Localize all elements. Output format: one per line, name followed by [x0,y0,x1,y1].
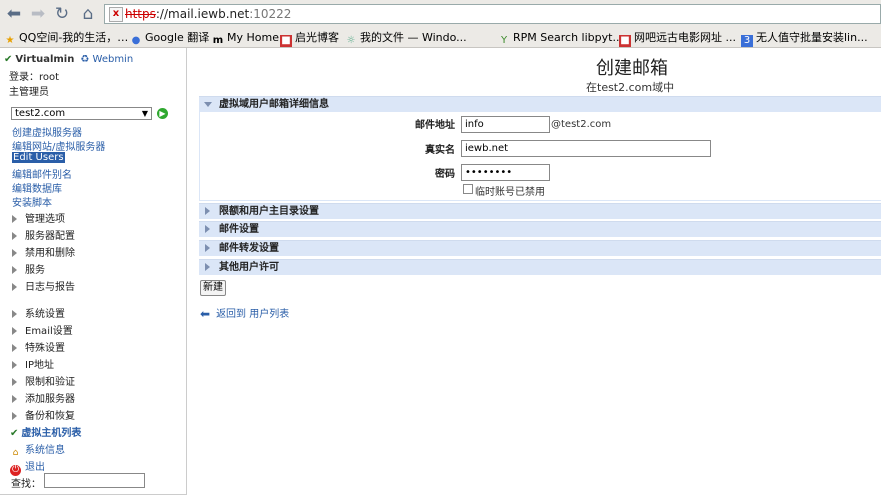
expand-arrow-icon [205,244,210,252]
brand: ✔ Virtualmin ♻ Webmin [4,54,134,65]
menu-host-list[interactable]: ✔ 虚拟主机列表 [10,424,81,439]
menu-system-settings[interactable]: 系统设置 [12,305,65,320]
files-icon: ☼ [346,35,356,46]
link-system-info[interactable]: ⌂ 系统信息 [10,441,65,459]
bookmark-rpm[interactable]: Y RPM Search libpyt... [498,29,623,46]
menu-add-servers[interactable]: 添加服务器 [12,390,75,405]
expand-arrow-icon [12,266,17,274]
back-arrow-icon[interactable]: ⬅ [4,4,24,24]
section-mail-settings[interactable]: 邮件设置 [199,221,881,237]
menu-email-settings[interactable]: Email设置 [12,322,73,337]
back-to-user-list-link[interactable]: ⬅ 返回到 用户列表 [200,305,289,321]
link-edit-website[interactable]: 编辑网站/虚拟服务器 [12,138,105,153]
insecure-certificate-icon[interactable]: x [109,7,123,22]
reload-icon[interactable]: ↻ [52,4,72,24]
expand-arrow-icon [12,232,17,240]
back-arrow-icon: ⬅ [200,307,211,321]
link-create-server[interactable]: 创建虚拟服务器 [12,124,82,139]
bookmark-files[interactable]: ☼ 我的文件 — Windo... [345,29,467,46]
menu-admin-options[interactable]: 管理选项 [12,210,65,225]
search-input[interactable] [44,473,145,488]
chevron-down-icon: ✔ [10,428,19,439]
expand-arrow-icon [12,215,17,223]
domain-select[interactable]: test2.com ▼ [11,107,152,120]
install-icon: 3 [741,35,753,47]
menu-services[interactable]: 服务 [12,261,45,276]
link-edit-databases[interactable]: 编辑数据库 [12,180,62,195]
menu-backup-restore[interactable]: 备份和恢复 [12,407,75,422]
password-field[interactable]: •••••••• [461,164,550,181]
menu-special-settings[interactable]: 特殊设置 [12,339,65,354]
link-install-scripts[interactable]: 安装脚本 [12,194,52,209]
search-label: 查找： [11,479,41,490]
go-icon[interactable]: ▶ [157,108,168,119]
expand-arrow-icon [12,283,17,291]
bookmark-film[interactable]: ■ 网吧远古电影网址 ... [619,29,736,47]
login-info: 登录：root [9,72,60,83]
email-field[interactable]: info [461,116,550,133]
url-bar[interactable]: x https://mail.iewb.net:10222 [104,4,881,24]
email-label: 邮件地址 [415,120,455,131]
expand-arrow-icon [205,263,210,271]
page-subtitle: 在test2.com域中 [586,81,675,94]
dropdown-arrow-icon: ▼ [141,109,148,118]
m-icon: m [212,35,224,46]
disable-account-checkbox[interactable] [463,184,473,194]
browser-navbar: ⬅ ➡ ↻ ⌂ x https://mail.iewb.net:10222 [0,0,881,29]
realname-field[interactable]: iewb.net [461,140,711,157]
expand-arrow-icon [12,412,17,420]
email-domain-suffix: @test2.com [551,119,612,130]
link-logout[interactable]: ⏻ 退出 [10,458,45,476]
section-other-permissions[interactable]: 其他用户许可 [199,259,881,275]
page-title: 创建邮箱 [596,58,668,79]
create-button[interactable]: 新建 [200,280,226,296]
realname-label: 真实名 [425,145,455,156]
bookmark-google-translate[interactable]: ● Google 翻译 [130,29,210,46]
bookmark-blog[interactable]: ■ 启光博客 [280,29,339,47]
menu-limits-auth[interactable]: 限制和验证 [12,373,75,388]
section-forwarding[interactable]: 邮件转发设置 [199,240,881,256]
bookmarks-bar: ★ QQ空间-我的生活，… ● Google 翻译 m My Home ■ 启光博客 ☼… [0,28,881,48]
section-quota-home[interactable]: 限额和用户主目录设置 [199,203,881,219]
link-edit-mail-aliases[interactable]: 编辑邮件别名 [12,166,72,181]
expand-arrow-icon [12,310,17,318]
url-text: https://mail.iewb.net:10222 [125,7,292,21]
password-label: 密码 [435,169,455,180]
chevron-down-icon: ✔ [4,54,13,65]
bookmark-install[interactable]: 3 无人值守批量安装lin... [741,29,868,47]
mailbox-details-form: 邮件地址 info @test2.com 真实名 iewb.net 密码 •••… [199,112,881,201]
menu-server-config[interactable]: 服务器配置 [12,227,75,242]
menu-disable-delete[interactable]: 禁用和删除 [12,244,75,259]
bookmark-my-home[interactable]: m My Home [212,29,279,46]
role-info: 主管理员 [9,87,49,98]
forward-arrow-icon[interactable]: ➡ [28,4,48,24]
expand-arrow-icon [12,395,17,403]
expand-arrow-icon [12,249,17,257]
disable-account-label: 临时账号已禁用 [475,187,545,198]
webmin-link[interactable]: ♻ Webmin [80,54,133,65]
menu-ip-address[interactable]: IP地址 [12,356,54,371]
menu-logs-reports[interactable]: 日志与报告 [12,278,75,293]
expand-arrow-icon [12,361,17,369]
blog-icon: ■ [280,35,292,47]
expand-arrow-icon [205,225,210,233]
link-edit-users[interactable]: Edit Users [12,152,65,163]
section-mailbox-details[interactable]: 虚拟域用户邮箱详细信息 [199,96,881,112]
expand-arrow-icon [12,378,17,386]
rpm-icon: Y [500,35,508,46]
star-icon: ★ [5,35,15,46]
expand-arrow-icon [12,344,17,352]
bookmark-qq[interactable]: ★ QQ空间-我的生活，… [4,29,129,46]
expand-arrow-icon [205,207,210,215]
home-icon[interactable]: ⌂ [78,4,98,24]
sidebar: ✔ Virtualmin ♻ Webmin 登录：root 主管理员 test2.c… [0,48,187,495]
expand-arrow-icon [12,327,17,335]
collapse-arrow-icon [204,102,212,107]
google-icon: ● [131,35,141,46]
film-icon: ■ [619,35,631,47]
